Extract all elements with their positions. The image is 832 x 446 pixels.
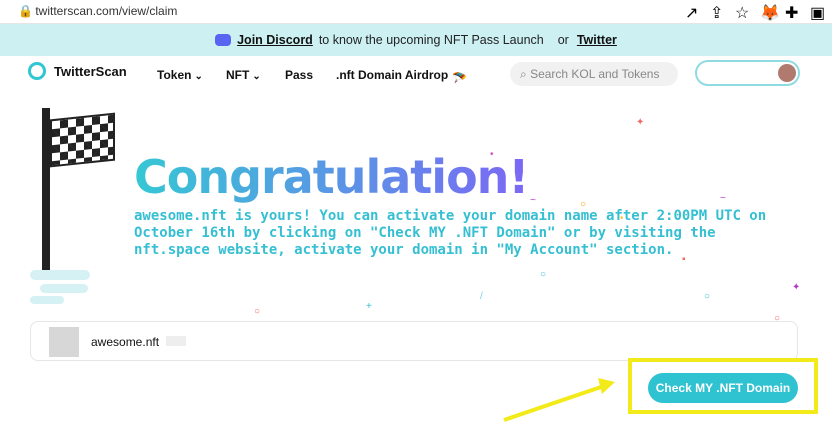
external-link-icon[interactable]: ↗ xyxy=(685,3,699,22)
nav-airdrop-label: .nft Domain Airdrop xyxy=(336,68,449,82)
banner-text: to know the upcoming NFT Pass Launch xyxy=(318,33,544,47)
nav-token[interactable]: Token ⌄ xyxy=(157,68,203,82)
confetti: ▪ xyxy=(682,254,686,265)
url-text: twitterscan.com/view/claim xyxy=(35,4,178,18)
confetti: ○ xyxy=(580,199,587,210)
nav-airdrop[interactable]: .nft Domain Airdrop 🪂 xyxy=(336,68,468,87)
browser-actions: ↗ ⇪ ☆ 🦊 ✚ ▣ xyxy=(685,3,825,22)
confetti: ○ xyxy=(254,306,261,317)
lock-icon: 🔒 xyxy=(18,4,33,18)
logo[interactable]: TwitterScan xyxy=(28,62,127,80)
address-bar[interactable]: 🔒 twitterscan.com/view/claim xyxy=(18,4,177,18)
browser-bar: 🔒 twitterscan.com/view/claim ↗ ⇪ ☆ 🦊 ✚ ▣ xyxy=(0,0,832,24)
nav-nft[interactable]: NFT ⌄ xyxy=(226,68,261,82)
top-nav: TwitterScan Token ⌄ NFT ⌄ Pass .nft Domain… xyxy=(0,58,832,90)
search-placeholder: Search KOL and Tokens xyxy=(530,67,660,81)
confetti: • xyxy=(490,149,494,160)
twitter-link[interactable]: Twitter xyxy=(577,33,617,47)
nav-pass-label: Pass xyxy=(285,68,314,82)
checkered-flag-icon xyxy=(50,112,115,168)
account-button[interactable] xyxy=(695,60,800,86)
confetti: ~ xyxy=(720,193,726,204)
metamask-icon[interactable]: 🦊 xyxy=(760,3,780,22)
nav-pass[interactable]: Pass xyxy=(285,68,313,82)
confetti: ○ xyxy=(540,269,547,280)
blurred-tag xyxy=(166,336,186,346)
discord-icon xyxy=(215,34,232,46)
extensions-icon[interactable]: ✚ xyxy=(785,3,799,22)
logo-icon xyxy=(28,62,46,80)
sidebar-icon[interactable]: ▣ xyxy=(810,3,825,22)
domain-card: awesome.nft xyxy=(30,321,798,361)
page-title: Congratulation! xyxy=(134,150,529,204)
confetti: ✦ xyxy=(636,117,645,128)
nav-nft-label: NFT xyxy=(226,68,250,82)
confetti: / xyxy=(480,291,483,302)
nav-token-label: Token xyxy=(157,68,192,82)
confetti: • xyxy=(620,213,624,224)
star-icon[interactable]: ☆ xyxy=(735,3,749,22)
confetti: ~ xyxy=(530,195,536,206)
arrow-icon xyxy=(503,378,615,422)
cloud-decoration xyxy=(30,270,90,280)
check-domain-button[interactable]: Check MY .NFT Domain xyxy=(648,373,798,403)
avatar xyxy=(778,64,796,82)
confetti: ✦ xyxy=(792,282,801,293)
share-icon[interactable]: ⇪ xyxy=(710,3,724,22)
search-input[interactable]: ⌕ Search KOL and Tokens xyxy=(510,62,678,86)
announcement-banner: Join Discord to know the upcoming NFT Pa… xyxy=(0,24,832,56)
success-message: awesome.nft is yours! You can activate y… xyxy=(134,208,767,258)
domain-avatar xyxy=(49,327,79,357)
confetti: + xyxy=(366,301,372,312)
confetti: ○ xyxy=(704,291,711,302)
parachute-icon: 🪂 xyxy=(452,71,468,85)
cloud-decoration xyxy=(30,296,64,304)
domain-name: awesome.nft xyxy=(91,335,160,349)
flag-pole xyxy=(42,108,50,278)
cloud-decoration xyxy=(40,284,88,293)
join-discord-link[interactable]: Join Discord xyxy=(237,33,313,47)
logo-text: TwitterScan xyxy=(54,63,127,79)
chevron-down-icon: ⌄ xyxy=(194,71,203,82)
chevron-down-icon: ⌄ xyxy=(252,71,261,82)
banner-or: or xyxy=(557,33,569,47)
cta-highlight: Check MY .NFT Domain xyxy=(628,358,818,414)
